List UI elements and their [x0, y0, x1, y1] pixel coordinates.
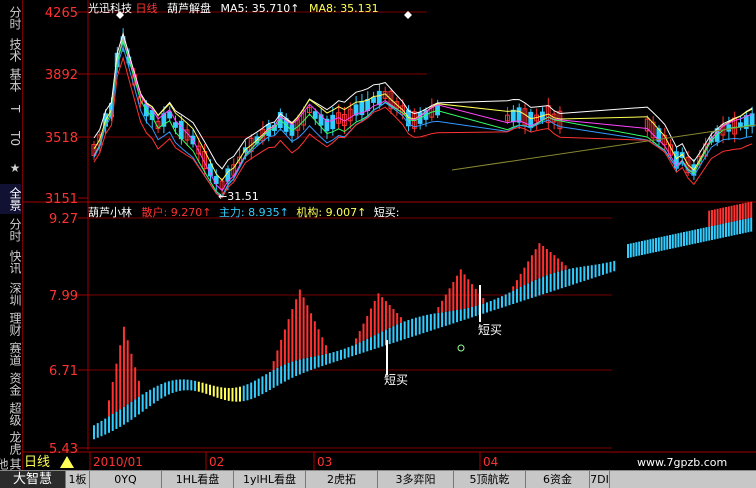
candle-body: [749, 113, 755, 127]
bottom-tab[interactable]: 1ylHL看盘: [234, 471, 306, 488]
sidebar-tab[interactable]: 技术: [0, 36, 22, 64]
inst-label: 机构:: [296, 206, 323, 219]
sidebar-tabs: 分时 技术 基本 T T0 ★ 全景 分时 快讯 深圳 理财 赛道 资金 超级 龙虎 其他: [0, 0, 23, 470]
sidebar-tab[interactable]: 全景: [0, 184, 22, 214]
y-tick-label: 7.99: [49, 289, 78, 304]
signal-marker: [457, 344, 465, 352]
sidebar-tab[interactable]: 超级: [0, 400, 22, 428]
date-label: 2010/01: [93, 455, 143, 469]
sidebar-tab[interactable]: 其他: [0, 458, 22, 470]
timeline-period-label: 日线: [24, 455, 50, 470]
retail-value: 9.270↑: [170, 206, 212, 219]
lower-indicator-name[interactable]: 葫芦小林: [88, 206, 132, 219]
sidebar-tab[interactable]: 龙虎: [0, 430, 22, 456]
sidebar-tab[interactable]: 分时: [0, 2, 22, 34]
low-price-label: ←31.51: [218, 190, 259, 203]
stock-name: 光迅科技: [88, 2, 132, 15]
bottom-tab[interactable]: 1板: [66, 471, 90, 488]
bottom-tab[interactable]: 大智慧: [0, 471, 66, 488]
sidebar-tab[interactable]: 资金: [0, 370, 22, 398]
sidebar-tab[interactable]: T0: [0, 124, 22, 152]
inst-value: 9.007↑: [325, 206, 367, 219]
bottom-tab[interactable]: 1HL看盘: [162, 471, 234, 488]
ma8-value: 35.131: [340, 2, 379, 15]
sidebar-tab[interactable]: 快讯: [0, 246, 22, 278]
watermark: www.7gpzb.com: [637, 456, 727, 469]
date-label: 02: [209, 455, 224, 469]
period-label[interactable]: 日线: [136, 2, 158, 15]
sidebar-tab[interactable]: 分时: [0, 216, 22, 244]
bottom-tab-bar: 大智慧 1板 0YQ 1HL看盘 1ylHL看盘 2虎拓 3多弈阳 5顶航乾 6资金 7DI: [0, 470, 756, 488]
signal-label: 短买: [478, 323, 502, 337]
y-tick-label: 3151: [45, 192, 78, 207]
retail-label: 散户:: [141, 206, 168, 219]
date-label: 04: [483, 455, 498, 469]
timeline-arrow-icon[interactable]: [60, 456, 74, 468]
signal-label: 短买: [384, 373, 408, 387]
date-label: 03: [317, 455, 332, 469]
candle-body: [173, 122, 178, 128]
candle-body: [435, 104, 440, 116]
sidebar-tab[interactable]: 理财: [0, 310, 22, 338]
main-value: 8.935↑: [248, 206, 289, 219]
bottom-tab[interactable]: 2虎拓: [306, 471, 378, 488]
ma5-value: 35.710↑: [251, 2, 300, 15]
y-tick-label: 3892: [45, 68, 78, 83]
candle-body: [371, 97, 376, 103]
sidebar-tab[interactable]: 赛道: [0, 340, 22, 368]
short-buy-label: 短买:: [373, 206, 400, 219]
candle-body: [178, 120, 184, 140]
y-tick-label: 4265: [45, 6, 78, 21]
bottom-tab[interactable]: 0YQ: [90, 471, 162, 488]
sidebar-tab[interactable]: 深圳: [0, 280, 22, 308]
candle-body: [330, 114, 336, 130]
y-tick-label: 6.71: [49, 364, 78, 379]
sidebar-tab[interactable]: 基本: [0, 66, 22, 94]
main-label: 主力:: [218, 206, 245, 219]
y-tick-label: 3518: [45, 131, 78, 146]
sidebar-tab[interactable]: T: [0, 96, 22, 122]
stock-chart-svg[interactable]: 4265 3892 3518 3151 9.27 7.99 6.71 5.43 ←31.51 短买…: [22, 0, 756, 470]
chart-area[interactable]: 4265 3892 3518 3151 9.27 7.99 6.71 5.43 ←31.51 短买…: [22, 0, 756, 470]
bottom-tab[interactable]: 6资金: [526, 471, 590, 488]
candle-body: [312, 111, 318, 119]
ma5-label: MA5:: [220, 2, 249, 15]
indicator-name[interactable]: 葫芦解盘: [167, 2, 211, 15]
bottom-tab[interactable]: 3多弈阳: [378, 471, 454, 488]
sidebar-tab[interactable]: ★: [0, 154, 22, 182]
y-tick-label: 5.43: [49, 442, 78, 457]
candle-body: [365, 98, 371, 112]
moving-average-line: [93, 37, 753, 192]
moving-average-line: [93, 31, 753, 170]
ma8-label: MA8:: [308, 2, 337, 15]
candle-body: [510, 109, 516, 123]
candle-body: [516, 107, 522, 123]
y-tick-label: 9.27: [49, 212, 78, 227]
bottom-tab[interactable]: 7DI: [590, 471, 610, 488]
candle-body: [376, 90, 382, 106]
bottom-tab[interactable]: 5顶航乾: [454, 471, 526, 488]
